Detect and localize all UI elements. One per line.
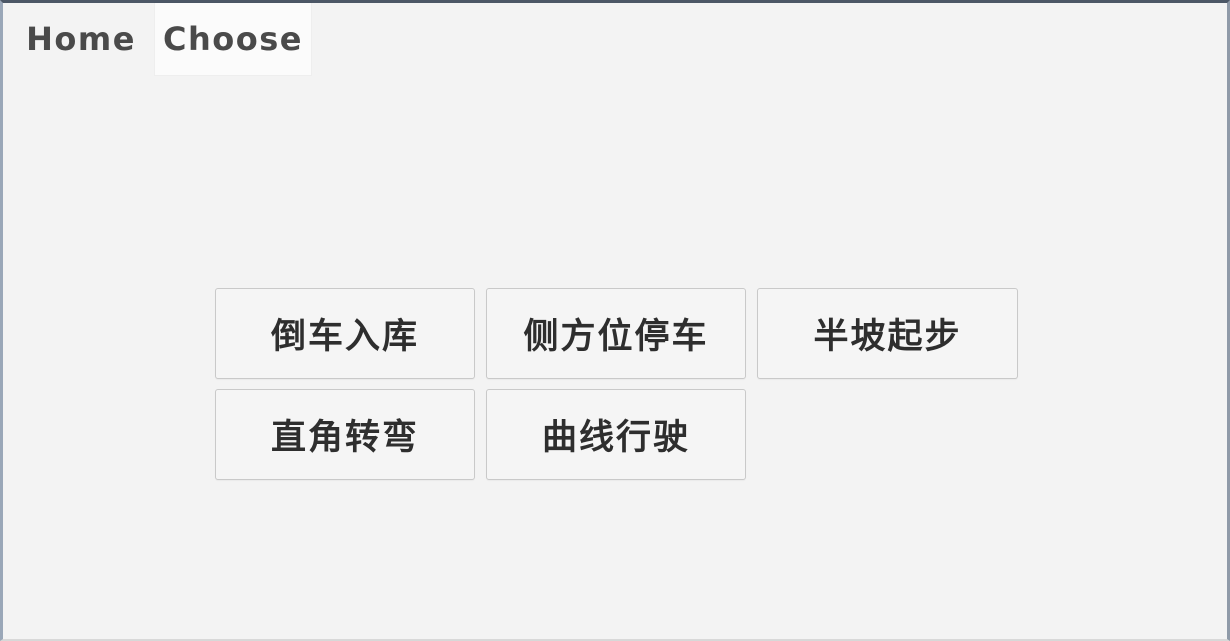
choice-button-right-angle-turn[interactable]: 直角转弯 — [215, 389, 475, 480]
choice-button-parallel-parking[interactable]: 侧方位停车 — [486, 288, 746, 379]
choice-row-2: 直角转弯 曲线行驶 — [215, 389, 1021, 480]
content-area: 倒车入库 侧方位停车 半坡起步 直角转弯 曲线行驶 — [3, 79, 1227, 639]
choice-button-reverse-parking[interactable]: 倒车入库 — [215, 288, 475, 379]
tab-choose-label: Choose — [163, 20, 303, 58]
choice-button-curve-driving-label: 曲线行驶 — [541, 418, 690, 458]
tab-bar: Home Choose — [3, 3, 1227, 79]
tab-choose[interactable]: Choose — [155, 3, 311, 75]
choice-button-parallel-parking-label: 侧方位停车 — [523, 317, 709, 357]
tab-home-label: Home — [26, 20, 136, 58]
exercise-choice-grid: 倒车入库 侧方位停车 半坡起步 直角转弯 曲线行驶 — [215, 288, 1021, 490]
choice-button-curve-driving[interactable]: 曲线行驶 — [486, 389, 746, 480]
tab-home[interactable]: Home — [13, 3, 149, 75]
choice-button-reverse-parking-label: 倒车入库 — [270, 317, 419, 357]
choice-row-1: 倒车入库 侧方位停车 半坡起步 — [215, 288, 1021, 379]
choice-button-right-angle-turn-label: 直角转弯 — [270, 418, 419, 458]
choice-button-hill-start[interactable]: 半坡起步 — [757, 288, 1018, 379]
application-window: Home Choose 倒车入库 侧方位停车 半坡起步 直角转弯 曲线行驶 — [0, 0, 1230, 641]
choice-button-hill-start-label: 半坡起步 — [813, 317, 962, 357]
